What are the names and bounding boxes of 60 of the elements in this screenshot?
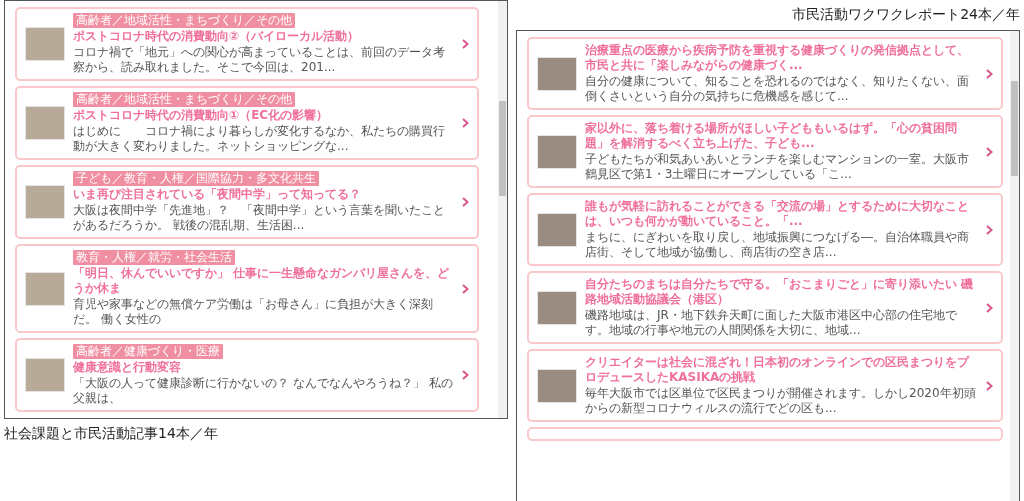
- chevron-right-icon: [462, 39, 469, 49]
- article-title: クリエイターは社会に混ざれ！日本初のオンラインでの区民まつりをプロデュースしたKASIKAの挑戦: [585, 355, 971, 385]
- chevron-right-icon: [462, 283, 469, 294]
- article-title: 治療重点の医療から疾病予防を重視する健康づくりの発信拠点として、市民と共に「楽しみながらの健康づく...: [585, 43, 970, 73]
- photo-placeholder: [25, 271, 65, 306]
- article-summary: まちに、にぎわいを取り戻し、地域振興につなげる―。自治体職員や商店街、そして地域が協働し、商店街の空き店...: [585, 230, 970, 260]
- article-title: 誰もが気軽に訪れることができる「交流の場」とするために大切なことは、いつも何かが動いていること。「...: [585, 199, 970, 229]
- article-card[interactable]: 子ども／教育・人権／国際協力・多文化共生 いま再び注目されている「夜間中学」って知ってる？ 大阪は夜間中学「先進地」？ 「夜間中学」という言葉を聞いたことがあるだろうか。 戦後の混乱期、生活困...: [15, 165, 479, 239]
- article-title: ポストコロナ時代の消費動向②（バイローカル活動）: [73, 29, 360, 44]
- photo-placeholder: [25, 185, 65, 219]
- photo-placeholder: [537, 368, 577, 403]
- article-card[interactable]: [527, 427, 1003, 441]
- article-title: 「明日、休んでいいですか」 仕事に一生懸命なガンバリ屋さんを、どうか休ま: [73, 266, 451, 296]
- category-tag: 高齢者／地域活性・まちづくり／その他: [73, 13, 295, 28]
- chevron-right-icon: [986, 146, 993, 157]
- photo-placeholder: [25, 106, 65, 140]
- chevron-right-icon: [462, 197, 469, 207]
- article-summary: 「大阪の人って健康診断に行かないの？ なんでなんやろうね？」 私の父親は、: [73, 376, 454, 406]
- article-summary: コロナ禍で「地元」への関心が高まっていることは、前回のデータ考察から、読み取れました。そこで今回は、201...: [73, 45, 446, 75]
- chevron-right-icon: [986, 302, 993, 313]
- article-summary: 毎年大阪市では区単位で区民まつりが開催されます。しかし2020年初頭からの新型コロナウィルスの流行でどの区も...: [585, 386, 977, 416]
- article-card[interactable]: クリエイターは社会に混ざれ！日本初のオンラインでの区民まつりをプロデュースしたKASIKAの挑戦 毎年大阪市では区単位で区民まつりが開催されます。しかし2020年初頭からの新型コロナウィルスの流行でどの区も...: [527, 349, 1003, 422]
- article-title: 健康意識と行動変容: [73, 360, 181, 375]
- article-summary: 自分の健康について、知ることを恐れるのではなく、知りたくない、面倒くさいという自分の気持ちに危機感を感じて...: [585, 74, 970, 104]
- article-card[interactable]: 誰もが気軽に訪れることができる「交流の場」とするために大切なことは、いつも何かが動いていること。「... まちに、にぎわいを取り戻し、地域振興につなげる―。自治体職員や商店街、そして地域が協働し、商店街の空き店...: [527, 193, 1003, 266]
- article-summary: 育児や家事などの無償ケア労働は「お母さん」に負担が大きく深刻だ。 働く女性の: [73, 297, 434, 327]
- article-card[interactable]: 高齢者／地域活性・まちづくり／その他 ポストコロナ時代の消費動向②（バイローカル活動） コロナ禍で「地元」への関心が高まっていることは、前回のデータ考察から、読み取れました。そこで今回は、201...: [15, 7, 479, 81]
- photo-placeholder: [537, 134, 577, 169]
- article-card[interactable]: 教育・人権／就労・社会生活 「明日、休んでいいですか」 仕事に一生懸命なガンバリ屋さんを、どうか休ま 育児や家事などの無償ケア労働は「お母さん」に負担が大きく深刻だ。 働く女性の: [15, 244, 479, 333]
- article-card[interactable]: 自分たちのまちは自分たちで守る。「おこまりごと」に寄り添いたい 磯路地域活動協議会（港区） 磯路地域は、JR・地下鉄弁天町に面した大阪市港区中心部の住宅地です。地域の行事や地元の人間関係を大切に、地域...: [527, 271, 1003, 344]
- caption: 市民活動ワクワクレポート24本／年: [792, 6, 1020, 24]
- article-summary: 大阪は夜間中学「先進地」？ 「夜間中学」という言葉を聞いたことがあるだろうか。 戦後の混乱期、生活困...: [73, 203, 446, 233]
- article-card[interactable]: 治療重点の医療から疾病予防を重視する健康づくりの発信拠点として、市民と共に「楽しみながらの健康づく... 自分の健康について、知ることを恐れるのではなく、知りたくない、面倒くさいという自分の気持ちに危機感を感じて...: [527, 37, 1003, 110]
- chevron-right-icon: [462, 118, 469, 128]
- article-card[interactable]: 高齢者／健康づくり・医療 健康意識と行動変容 「大阪の人って健康診断に行かないの？ なんでなんやろうね？」 私の父親は、: [15, 338, 479, 412]
- article-title: 家以外に、落ち着ける場所がほしい子どももいるはず。「心の貧困問題」を解消するべく立ち上げた、子ども...: [585, 121, 958, 151]
- photo-placeholder: [25, 27, 65, 61]
- article-title: ポストコロナ時代の消費動向①（EC化の影響）: [73, 108, 329, 123]
- chevron-right-icon: [986, 224, 993, 235]
- article-title: 自分たちのまちは自分たちで守る。「おこまりごと」に寄り添いたい 磯路地域活動協議会（港区）: [585, 277, 975, 307]
- article-summary: 子どもたちが和気あいあいとランチを楽しむマンションの一室。大阪市鶴見区で第1・3土曜日にオープンしている「こ...: [585, 152, 970, 182]
- scrollbar[interactable]: [1010, 31, 1019, 501]
- photo-placeholder: [537, 290, 577, 325]
- article-card[interactable]: 家以外に、落ち着ける場所がほしい子どももいるはず。「心の貧困問題」を解消するべく立ち上げた、子ども... 子どもたちが和気あいあいとランチを楽しむマンションの一室。大阪市鶴見区で第1・3土曜日にオープンしている「こ...: [527, 115, 1003, 188]
- scrollbar[interactable]: [498, 1, 507, 418]
- category-tag: 高齢者／地域活性・まちづくり／その他: [73, 92, 295, 107]
- caption: 社会課題と市民活動記事14本／年: [4, 425, 219, 443]
- category-tag: 教育・人権／就労・社会生活: [73, 250, 235, 265]
- photo-placeholder: [537, 56, 577, 91]
- article-summary: はじめに コロナ禍により暮らしが変化するなか、私たちの購買行動が大きく変わりました。ネットショッピングな...: [73, 124, 446, 154]
- article-title: いま再び注目されている「夜間中学」って知ってる？: [73, 187, 361, 202]
- category-tag: 子ども／教育・人権／国際協力・多文化共生: [73, 171, 319, 186]
- article-summary: 磯路地域は、JR・地下鉄弁天町に面した大阪市港区中心部の住宅地です。地域の行事や地元の人間関係を大切に、地域...: [585, 308, 958, 338]
- chevron-right-icon: [462, 370, 469, 380]
- chevron-right-icon: [986, 380, 993, 391]
- chevron-right-icon: [986, 68, 993, 79]
- article-card[interactable]: 高齢者／地域活性・まちづくり／その他 ポストコロナ時代の消費動向①（EC化の影響） はじめに コロナ禍により暮らしが変化するなか、私たちの購買行動が大きく変わりました。ネットショッピングな...: [15, 86, 479, 160]
- photo-placeholder: [537, 212, 577, 247]
- category-tag: 高齢者／健康づくり・医療: [73, 344, 223, 359]
- photo-placeholder: [25, 358, 65, 392]
